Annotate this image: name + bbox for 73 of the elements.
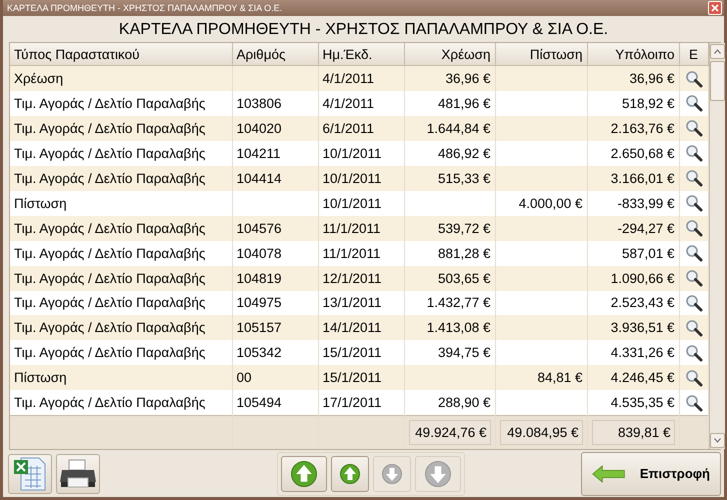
table-cell: 14/1/2011 xyxy=(318,315,404,340)
close-button[interactable] xyxy=(708,1,722,15)
table-cell: 84,81 € xyxy=(495,365,587,390)
table-cell: 539,72 € xyxy=(404,216,495,241)
window-title: ΚΑΡΤΕΛΑ ΠΡΟΜΗΘΕΥΤΗ - ΧΡΗΣΤΟΣ ΠΑΠΑΛΑΜΠΡΟΥ & ΣΙΑ Ο.Ε. xyxy=(7,3,282,13)
table-cell: 36,96 € xyxy=(587,66,679,92)
table-cell: 1.413,08 € xyxy=(404,315,495,340)
table-cell: 104819 xyxy=(232,266,318,291)
search-icon[interactable] xyxy=(684,394,702,412)
column-header[interactable]: Χρέωση xyxy=(404,43,495,66)
table-cell: 503,65 € xyxy=(404,266,495,291)
search-icon[interactable] xyxy=(684,144,702,162)
table-cell: 36,96 € xyxy=(404,66,495,92)
column-header[interactable]: Υπόλοιπο xyxy=(587,43,679,66)
search-icon[interactable] xyxy=(684,94,702,112)
close-icon xyxy=(711,4,719,12)
table-cell: 104414 xyxy=(232,166,318,191)
debit-total: 49.924,76 € xyxy=(408,420,490,446)
table-cell: Τιμ. Αγοράς / Δελτίο Παραλαβής xyxy=(10,116,232,141)
table-cell: Τιμ. Αγοράς / Δελτίο Παραλαβής xyxy=(10,266,232,291)
table-cell: 1.644,84 € xyxy=(404,116,495,141)
scroll-down-icon[interactable] xyxy=(714,438,720,443)
table-cell: 15/1/2011 xyxy=(318,365,404,390)
search-icon[interactable] xyxy=(684,70,702,88)
table-cell: 3.936,51 € xyxy=(587,315,679,340)
table-cell: 104020 xyxy=(232,116,318,141)
table-cell: 4.246,45 € xyxy=(587,365,679,390)
search-icon[interactable] xyxy=(684,269,702,288)
search-icon[interactable] xyxy=(684,344,702,362)
search-icon[interactable] xyxy=(684,294,702,312)
up-button[interactable] xyxy=(330,456,368,492)
table-cell: 1.090,66 € xyxy=(587,266,679,291)
search-icon[interactable] xyxy=(684,318,702,337)
printer-icon xyxy=(59,458,97,490)
table-cell: Τιμ. Αγοράς / Δελτίο Παραλαβής xyxy=(10,315,232,340)
scrollbar[interactable] xyxy=(708,43,724,449)
column-header[interactable]: Πίστωση xyxy=(495,43,587,66)
print-button[interactable] xyxy=(56,454,100,494)
table-cell: 6/1/2011 xyxy=(318,116,404,141)
table-cell: 104576 xyxy=(232,216,318,241)
table-cell: -294,27 € xyxy=(587,216,679,241)
table-cell: 105157 xyxy=(232,315,318,340)
column-header[interactable]: Αριθμός xyxy=(232,43,318,66)
table-cell: 00 xyxy=(232,365,318,390)
page-heading: ΚΑΡΤΕΛΑ ΠΡΟΜΗΘΕΥΤΗ - ΧΡΗΣΤΟΣ ΠΑΠΑΛΑΜΠΡΟΥ & ΣΙΑ Ο.Ε. xyxy=(118,20,610,40)
search-icon[interactable] xyxy=(684,119,702,138)
scroll-up-icon[interactable] xyxy=(714,49,720,54)
table-cell: Πίστωση xyxy=(10,365,232,390)
column-header[interactable]: Τύπος Παραστατικού xyxy=(10,43,232,66)
table-cell: 4/1/2011 xyxy=(318,66,404,92)
column-header[interactable]: Ε xyxy=(679,43,708,66)
search-icon[interactable] xyxy=(684,368,702,387)
table-cell: 2.163,76 € xyxy=(587,116,679,141)
search-icon[interactable] xyxy=(684,169,702,188)
search-icon[interactable] xyxy=(684,244,702,262)
table-cell: 515,33 € xyxy=(404,166,495,191)
search-icon[interactable] xyxy=(684,219,702,238)
table-cell: Τιμ. Αγοράς / Δελτίο Παραλαβής xyxy=(10,216,232,241)
search-icon[interactable] xyxy=(684,194,702,212)
credit-total: 49.084,95 € xyxy=(500,420,582,446)
back-button[interactable]: Επιστροφή xyxy=(581,452,721,496)
scroll-thumb[interactable] xyxy=(710,61,724,101)
balance-total: 839,81 € xyxy=(592,420,674,446)
table-cell: 10/1/2011 xyxy=(318,166,404,191)
column-header[interactable]: Ημ.Έκδ. xyxy=(318,43,404,66)
table-cell: 12/1/2011 xyxy=(318,266,404,291)
excel-export-button[interactable] xyxy=(8,454,52,494)
table-cell: 3.166,01 € xyxy=(587,166,679,191)
table-cell: 11/1/2011 xyxy=(318,216,404,241)
spreadsheet-icon xyxy=(13,456,47,492)
table-cell: Χρέωση xyxy=(10,66,232,92)
up-button[interactable] xyxy=(280,456,326,492)
table-cell: Τιμ. Αγοράς / Δελτίο Παραλαβής xyxy=(10,166,232,191)
